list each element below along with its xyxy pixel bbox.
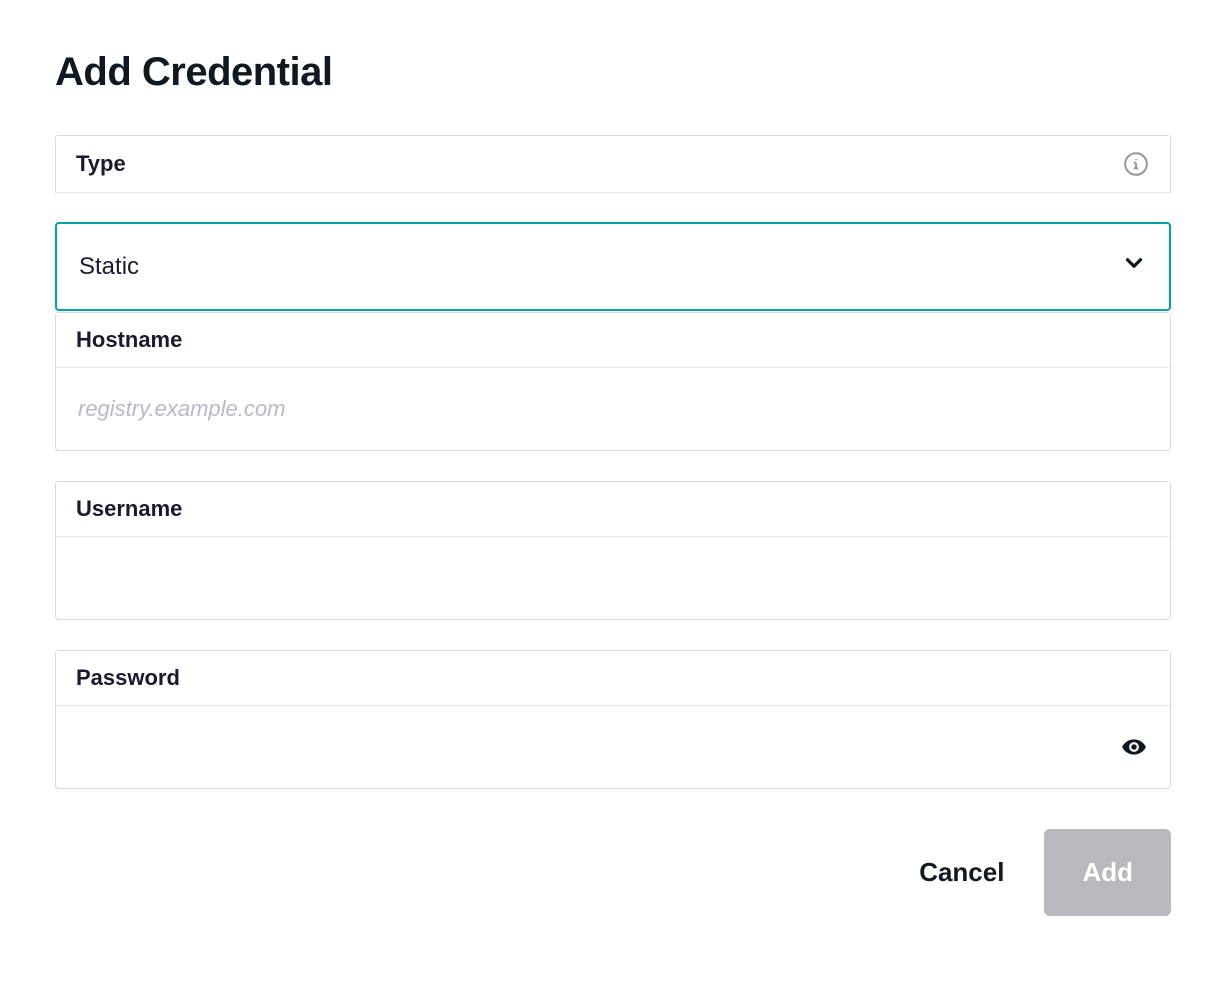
username-input[interactable] bbox=[56, 537, 1170, 619]
hostname-field-header: Hostname bbox=[56, 313, 1170, 368]
dialog-actions: Cancel Add bbox=[55, 829, 1171, 916]
hostname-label: Hostname bbox=[76, 327, 182, 353]
username-field-header: Username bbox=[56, 482, 1170, 537]
password-field-header: Password bbox=[56, 651, 1170, 706]
eye-icon[interactable] bbox=[1118, 731, 1150, 763]
add-button[interactable]: Add bbox=[1044, 829, 1171, 916]
chevron-down-icon bbox=[1121, 250, 1147, 283]
hostname-field-group: Hostname bbox=[55, 312, 1171, 451]
type-label: Type bbox=[76, 151, 126, 177]
type-select-value: Static bbox=[79, 253, 139, 281]
password-field-group: Password bbox=[55, 650, 1171, 789]
type-select[interactable]: Static bbox=[55, 222, 1171, 311]
page-title: Add Credential bbox=[55, 50, 1171, 95]
cancel-button[interactable]: Cancel bbox=[919, 857, 1004, 888]
type-field-header: Type bbox=[56, 136, 1170, 193]
username-label: Username bbox=[76, 496, 182, 522]
hostname-input[interactable] bbox=[56, 368, 1170, 450]
type-field-group: Type Static bbox=[55, 135, 1171, 312]
username-field-group: Username bbox=[55, 481, 1171, 620]
info-icon[interactable] bbox=[1122, 150, 1150, 178]
password-input[interactable] bbox=[56, 706, 1118, 788]
password-label: Password bbox=[76, 665, 180, 691]
